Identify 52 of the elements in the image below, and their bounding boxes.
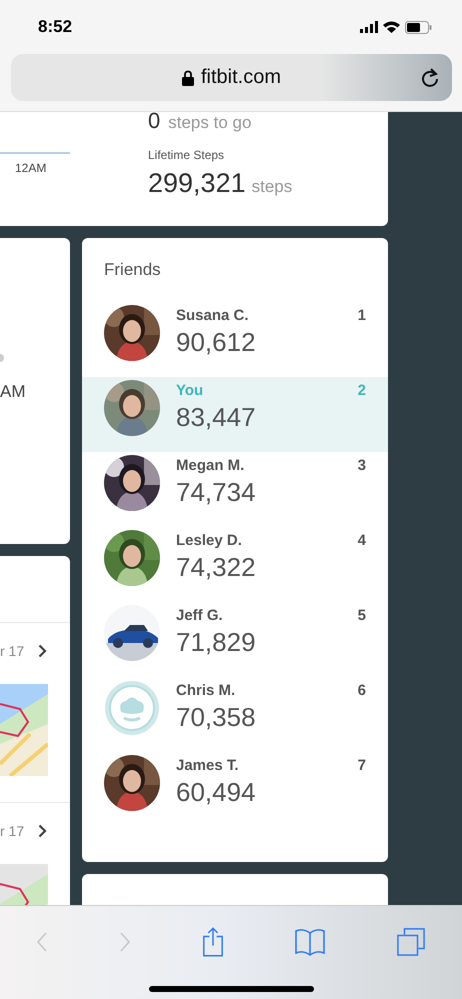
friend-name: You <box>176 382 204 399</box>
friend-steps: 83,447 <box>176 402 342 433</box>
lifetime-value: 299,321 <box>148 168 246 199</box>
friend-row[interactable]: Jeff G. 71,829 5 <box>82 602 388 677</box>
address-bar[interactable]: fitbit.com <box>11 54 452 101</box>
friend-rank: 1 <box>358 306 366 324</box>
friend-rank: 7 <box>358 756 366 774</box>
axis-label: AM <box>0 382 26 402</box>
friend-steps: 70,358 <box>176 702 342 733</box>
friend-name: James T. <box>176 757 240 774</box>
friend-row[interactable]: Lesley D. 74,322 4 <box>82 527 388 602</box>
friend-steps: 90,612 <box>176 327 342 358</box>
lock-icon <box>182 70 194 86</box>
clock: 8:52 <box>38 17 72 37</box>
friend-rank: 6 <box>358 681 366 699</box>
friend-row[interactable]: Chris M. 70,358 6 <box>82 677 388 752</box>
friend-rank: 4 <box>358 531 366 549</box>
friend-row[interactable]: Megan M. 74,734 3 <box>82 452 388 527</box>
avatar-icon <box>104 680 160 736</box>
url-text: fitbit.com <box>200 66 282 89</box>
friend-rank: 3 <box>358 456 366 474</box>
signal-icon <box>360 21 378 33</box>
friend-steps: 71,829 <box>176 627 342 658</box>
goal-unit: steps to go <box>168 113 252 133</box>
friend-rank: 5 <box>358 606 366 624</box>
friend-steps: 60,494 <box>176 777 342 808</box>
chevron-icon[interactable] <box>38 824 48 838</box>
lifetime-unit: steps <box>252 177 292 197</box>
friend-name: Susana C. <box>176 307 250 324</box>
friend-name: Megan M. <box>176 457 246 474</box>
goal-value: 0 <box>148 112 160 134</box>
friend-name: Jeff G. <box>176 607 224 624</box>
friend-steps: 74,734 <box>176 477 342 508</box>
chevron-icon[interactable] <box>38 644 48 658</box>
card-title: Friends <box>104 260 161 280</box>
lifetime-label: Lifetime Steps <box>148 148 226 162</box>
wifi-icon <box>383 21 400 33</box>
reload-icon[interactable] <box>420 67 440 89</box>
friend-name: Chris M. <box>176 682 236 699</box>
entry-date: r 17 <box>0 643 24 659</box>
friend-steps: 74,322 <box>176 552 342 583</box>
friend-rank: 2 <box>358 381 366 399</box>
friend-row[interactable]: Susana C. 90,612 1 <box>82 302 388 377</box>
friend-row[interactable]: James T. 60,494 7 <box>82 752 388 827</box>
friend-row[interactable]: You 83,447 2 <box>82 377 388 452</box>
axis-label: 12AM <box>15 161 48 175</box>
entry-date: r 17 <box>0 823 24 839</box>
tabs-icon[interactable] <box>396 928 426 956</box>
battery-icon <box>405 20 432 34</box>
share-icon[interactable] <box>202 927 224 957</box>
friend-name: Lesley D. <box>176 532 243 549</box>
bookmarks-icon[interactable] <box>295 928 326 956</box>
